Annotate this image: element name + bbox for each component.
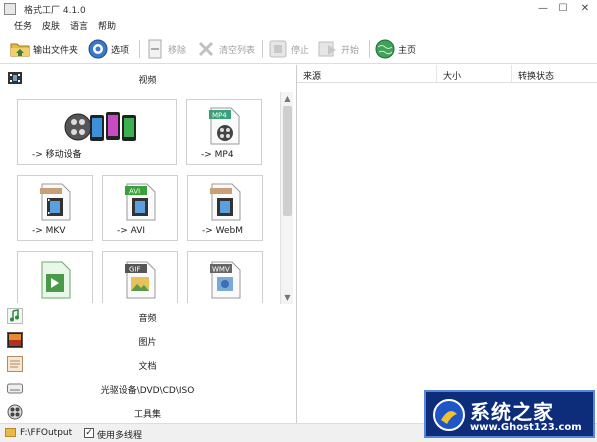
category-picture[interactable]: 图片 [0,329,295,353]
tile-mp4-label: -> MP4 [201,150,234,160]
stop-icon [268,39,288,59]
options-icon [88,39,108,59]
clear-icon [196,39,216,59]
category-document-label: 文档 [138,362,157,372]
toolbar-separator [262,40,263,58]
wmv-badge-text: WMV [212,266,230,274]
close-button[interactable]: ✕ [575,2,595,16]
toolbar: 输出文件夹 选项 移除 清空列表 停止 开始 主页 [0,34,597,64]
category-rom-device[interactable]: 光驱设备\DVD\CD\ISO [0,377,295,401]
mp4-file-icon: MP4 [209,107,240,145]
stop-label: 停止 [291,45,310,56]
mp4-badge-text: MP4 [212,112,227,120]
tile-gif[interactable]: GIF [102,251,178,303]
tile-avi-label: -> AVI [117,226,146,236]
start-button[interactable]: 开始 [318,37,359,61]
tile-mp4[interactable]: MP4 -> MP4 [186,99,262,165]
toolbar-separator [139,40,140,58]
folder-icon [10,39,30,59]
category-tools-label: 工具集 [133,410,161,420]
output-path[interactable]: F:\FFOutput [20,428,72,438]
mkv-file-icon [40,183,71,221]
remove-button[interactable]: 移除 [145,37,186,61]
tile-scrollbar[interactable]: ▲ ▼ [280,92,293,304]
output-folder-label: 输出文件夹 [33,45,79,56]
menu-skin[interactable]: 皮肤 [42,19,60,32]
title-bar: 格式工厂 4.1.0 — ☐ ✕ [0,0,597,18]
tile-mobile-device[interactable]: -> 移动设备 [17,99,177,165]
menu-help[interactable]: 帮助 [98,19,116,32]
home-label: 主页 [398,45,417,56]
webm-file-icon [210,183,241,221]
video-file-icon [41,261,71,299]
gif-badge-text: GIF [129,266,141,274]
menu-language[interactable]: 语言 [70,19,88,32]
watermark-url: www.Ghost123.com [470,422,582,433]
gif-file-icon: GIF [125,261,156,299]
maximize-button[interactable]: ☐ [553,2,573,16]
start-icon [318,39,338,59]
category-video[interactable]: 视频 [0,67,295,91]
menu-bar: 任务 皮肤 语言 帮助 [0,18,597,32]
window-title: 格式工厂 4.1.0 [24,6,86,16]
column-size[interactable]: 大小 [437,65,512,83]
tile-webm[interactable]: -> WebM [187,175,263,241]
toolbar-separator [369,40,370,58]
avi-file-icon: AVI [125,183,156,221]
watermark-logo: 系统之家 www.Ghost123.com [424,390,595,438]
mobile-device-icon [64,112,136,141]
scroll-up-arrow-icon[interactable]: ▲ [281,92,294,105]
remove-icon [145,39,165,59]
start-label: 开始 [341,45,360,56]
tile-mobile-label: -> 移动设备 [32,150,82,160]
category-document[interactable]: 文档 [0,353,295,377]
watermark-emblem-icon [433,399,465,431]
column-source[interactable]: 来源 [297,65,437,83]
multithread-label: 使用多线程 [97,431,143,441]
category-rom-label: 光驱设备\DVD\CD\ISO [100,386,195,396]
category-audio-label: 音频 [138,314,157,324]
options-button[interactable]: 选项 [88,37,129,61]
category-picture-label: 图片 [138,338,157,348]
minimize-button[interactable]: — [533,2,553,16]
avi-badge-text: AVI [129,188,140,196]
video-format-grid: -> 移动设备 MP4 -> MP4 -> MKV AVI -> AVI -> … [14,93,279,303]
app-icon [4,3,16,15]
tile-mkv[interactable]: -> MKV [17,175,93,241]
category-tools[interactable]: 工具集 [0,401,295,425]
tile-wmv[interactable]: WMV [187,251,263,303]
category-video-label: 视频 [138,76,157,86]
stop-button[interactable]: 停止 [268,37,309,61]
clear-list-label: 清空列表 [219,45,256,56]
tile-avi[interactable]: AVI -> AVI [102,175,178,241]
menu-task[interactable]: 任务 [14,19,32,32]
category-audio[interactable]: 音频 [0,305,295,329]
tile-mkv-label: -> MKV [32,226,66,236]
home-button[interactable]: 主页 [375,37,416,61]
folder-icon [5,428,16,437]
globe-icon [375,39,395,59]
column-status[interactable]: 转换状态 [512,65,597,83]
multithread-checkbox[interactable]: ✓ [84,428,94,438]
scroll-down-arrow-icon[interactable]: ▼ [281,291,294,304]
wmv-file-icon: WMV [210,261,241,299]
output-folder-button[interactable]: 输出文件夹 [10,37,78,61]
watermark-title: 系统之家 [470,400,554,424]
tile-webm-label: -> WebM [202,226,244,236]
task-list: 来源 大小 转换状态 [296,65,597,423]
tile-video-format[interactable] [17,251,93,303]
scroll-thumb[interactable] [283,106,292,216]
clear-list-button[interactable]: 清空列表 [196,37,255,61]
category-panel: 视频 -> 移动设备 MP4 -> MP4 -> MKV AVI -> AVI … [0,65,295,423]
remove-label: 移除 [168,45,187,56]
options-label: 选项 [111,45,130,56]
